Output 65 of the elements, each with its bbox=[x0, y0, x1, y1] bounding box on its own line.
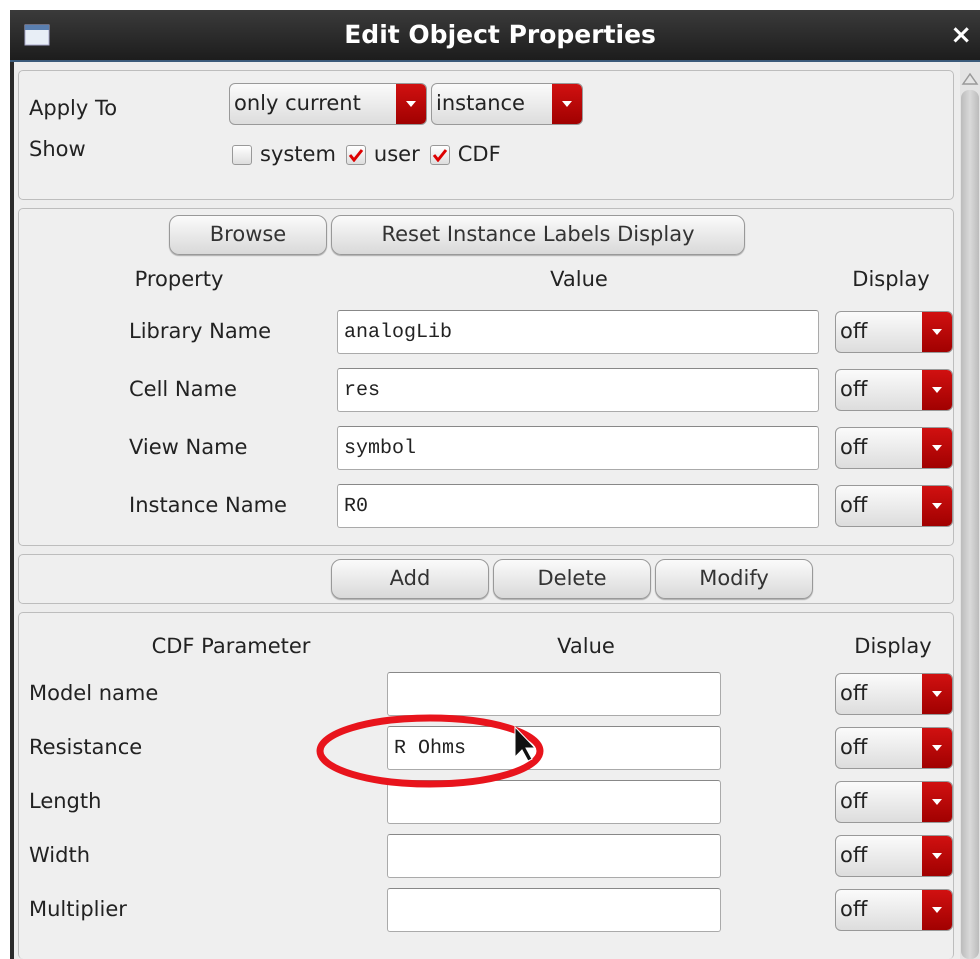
checkbox-label: system bbox=[260, 141, 336, 168]
dropdown[interactable]: off bbox=[835, 781, 953, 823]
column-header: Display bbox=[851, 266, 931, 294]
window-title: Edit Object Properties bbox=[343, 19, 657, 52]
checkbox[interactable] bbox=[232, 145, 252, 165]
parameter-label: Width bbox=[28, 842, 92, 870]
caret-icon bbox=[931, 906, 943, 914]
text-field[interactable]: symbol bbox=[337, 426, 819, 470]
show-label: Show bbox=[29, 136, 87, 164]
dropdown[interactable]: off bbox=[835, 369, 953, 411]
dropdown[interactable]: off bbox=[835, 727, 953, 769]
caret-icon bbox=[561, 100, 573, 108]
close-button[interactable]: × bbox=[950, 16, 972, 54]
caret-icon bbox=[931, 798, 943, 806]
button[interactable]: Reset Instance Labels Display bbox=[331, 215, 745, 255]
dropdown[interactable]: off bbox=[835, 485, 953, 527]
dropdown[interactable]: instance bbox=[431, 83, 583, 125]
text-field[interactable] bbox=[387, 780, 721, 824]
checkbox-label: CDF bbox=[458, 141, 501, 168]
dropdown[interactable]: off bbox=[835, 311, 953, 353]
scrollbar-thumb[interactable] bbox=[961, 90, 979, 959]
text-field[interactable] bbox=[387, 672, 721, 716]
text-field[interactable]: R Ohms bbox=[387, 726, 721, 770]
parameter-label: Multiplier bbox=[28, 896, 128, 924]
checkbox[interactable] bbox=[430, 145, 450, 165]
button[interactable]: Modify bbox=[655, 559, 813, 599]
mouse-pointer-icon bbox=[514, 726, 536, 762]
caret-icon bbox=[931, 386, 943, 394]
caret-icon bbox=[931, 502, 943, 510]
button[interactable]: Browse bbox=[169, 215, 327, 255]
caret-icon bbox=[405, 100, 417, 108]
caret-icon bbox=[931, 444, 943, 452]
caret-icon bbox=[931, 690, 943, 698]
parameter-label: Resistance bbox=[28, 734, 144, 762]
window-icon bbox=[24, 24, 50, 46]
parameter-label: Length bbox=[28, 788, 102, 816]
column-header: Display bbox=[853, 633, 933, 660]
dropdown[interactable]: only current bbox=[229, 83, 427, 125]
dropdown[interactable]: off bbox=[835, 673, 953, 715]
text-field[interactable]: res bbox=[337, 368, 819, 412]
dropdown[interactable]: off bbox=[835, 835, 953, 877]
apply-to-label: Apply To bbox=[29, 95, 118, 122]
column-header: Value bbox=[549, 266, 609, 294]
scroll-up-icon[interactable] bbox=[961, 72, 979, 86]
text-field[interactable]: analogLib bbox=[337, 310, 819, 354]
dropdown[interactable]: off bbox=[835, 427, 953, 469]
dropdown[interactable]: off bbox=[835, 889, 953, 931]
checkbox-label: user bbox=[374, 141, 420, 168]
parameter-label: Model name bbox=[28, 680, 160, 708]
property-label: Cell Name bbox=[128, 376, 238, 404]
text-field[interactable] bbox=[387, 888, 721, 932]
caret-icon bbox=[931, 852, 943, 860]
checkbox[interactable] bbox=[346, 145, 366, 165]
property-label: Instance Name bbox=[128, 492, 288, 520]
property-label: View Name bbox=[128, 434, 248, 462]
column-header: Value bbox=[556, 633, 616, 660]
button[interactable]: Add bbox=[331, 559, 489, 599]
caret-icon bbox=[931, 328, 943, 336]
caret-icon bbox=[931, 744, 943, 752]
column-header: CDF Parameter bbox=[150, 633, 312, 660]
text-field[interactable] bbox=[387, 834, 721, 878]
column-header: Property bbox=[134, 266, 224, 294]
text-field[interactable]: R0 bbox=[337, 484, 819, 528]
property-label: Library Name bbox=[128, 318, 272, 346]
button[interactable]: Delete bbox=[493, 559, 651, 599]
